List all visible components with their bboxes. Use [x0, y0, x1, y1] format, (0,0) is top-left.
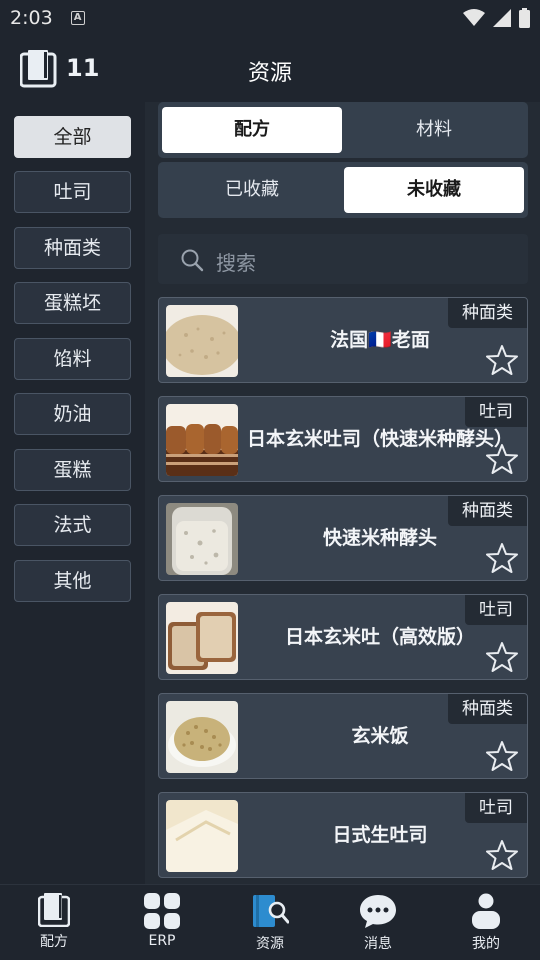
nav-messages[interactable]: 消息: [324, 885, 432, 960]
type-segmented-control: 配方 材料: [158, 102, 528, 158]
category-tag: 吐司: [465, 397, 527, 427]
tab-material[interactable]: 材料: [344, 107, 524, 153]
favorite-star-icon[interactable]: [486, 641, 518, 673]
white-bread-photo: [166, 800, 238, 872]
tab-collected[interactable]: 已收藏: [162, 167, 342, 213]
favorite-star-icon[interactable]: [486, 443, 518, 475]
category-all[interactable]: 全部: [14, 116, 131, 158]
app-header: 11 资源: [0, 36, 540, 102]
nav-profile[interactable]: 我的: [432, 885, 540, 960]
tab-recipe[interactable]: 配方: [162, 107, 342, 153]
nav-label: 配方: [40, 934, 68, 950]
battery-icon: [519, 8, 530, 28]
favorite-star-icon[interactable]: [486, 344, 518, 376]
nav-label: 消息: [364, 936, 392, 952]
grid-icon: [144, 893, 180, 929]
category-other[interactable]: 其他: [14, 560, 131, 602]
nav-resource[interactable]: 资源: [216, 885, 324, 960]
search-icon: [181, 249, 204, 272]
wifi-icon: [463, 9, 485, 26]
category-tag: 吐司: [465, 595, 527, 625]
category-tag: 种面类: [448, 694, 527, 724]
nav-label: ERP: [148, 933, 176, 949]
category-tag: 种面类: [448, 298, 527, 328]
search-input[interactable]: 搜索: [158, 234, 528, 284]
recipe-card[interactable]: 快速米种酵头 种面类: [158, 495, 528, 581]
category-toast[interactable]: 吐司: [14, 171, 131, 213]
dough-photo: [166, 305, 238, 377]
person-icon: [472, 893, 500, 929]
nav-erp[interactable]: ERP: [108, 885, 216, 960]
favorite-star-icon[interactable]: [486, 740, 518, 772]
collect-segmented-control: 已收藏 未收藏: [158, 162, 528, 218]
nav-recipe[interactable]: 配方: [0, 885, 108, 960]
resource-list-panel: 配方 材料 已收藏 未收藏 搜索 法国🇫🇷老面 种面类 日本玄米吐司（快速米种酵…: [145, 102, 540, 884]
notification-a-icon: A: [70, 11, 85, 25]
favorite-star-icon[interactable]: [486, 839, 518, 871]
favorite-star-icon[interactable]: [486, 542, 518, 574]
nav-label: 我的: [472, 936, 500, 952]
category-filling[interactable]: 馅料: [14, 338, 131, 380]
category-sponge[interactable]: 蛋糕坯: [14, 282, 131, 324]
status-time: 2:03: [10, 7, 53, 29]
tab-not-collected[interactable]: 未收藏: [344, 167, 524, 213]
status-icons: [463, 8, 530, 28]
chat-bubble-icon: [360, 895, 396, 928]
recipe-card[interactable]: 日本玄米吐（高效版） 吐司: [158, 594, 528, 680]
search-placeholder: 搜索: [216, 251, 256, 275]
category-sidebar: 全部 吐司 种面类 蛋糕坯 馅料 奶油 蛋糕 法式 其他: [0, 102, 145, 884]
brown-rice-photo: [166, 701, 238, 773]
category-french[interactable]: 法式: [14, 504, 131, 546]
nav-label: 资源: [256, 936, 284, 952]
signal-icon: [493, 9, 511, 27]
category-starter[interactable]: 种面类: [14, 227, 131, 269]
category-cake[interactable]: 蛋糕: [14, 449, 131, 491]
starter-jar-photo: [166, 503, 238, 575]
bottom-navigation: 配方 ERP 资源 消息 我的: [0, 884, 540, 960]
recipe-card[interactable]: 日式生吐司 吐司: [158, 792, 528, 878]
recipe-card[interactable]: 玄米饭 种面类: [158, 693, 528, 779]
page-title: 资源: [247, 61, 292, 86]
book-search-icon: [253, 895, 289, 927]
recipe-card[interactable]: 法国🇫🇷老面 种面类: [158, 297, 528, 383]
bread-loaves-photo: [166, 404, 238, 476]
sliced-bread-photo: [166, 602, 238, 674]
recipe-card[interactable]: 日本玄米吐司（快速米种酵头） 吐司: [158, 396, 528, 482]
category-cream[interactable]: 奶油: [14, 393, 131, 435]
category-tag: 吐司: [465, 793, 527, 823]
category-tag: 种面类: [448, 496, 527, 526]
status-bar: 2:03 A: [0, 0, 540, 36]
book-icon: [38, 893, 70, 927]
